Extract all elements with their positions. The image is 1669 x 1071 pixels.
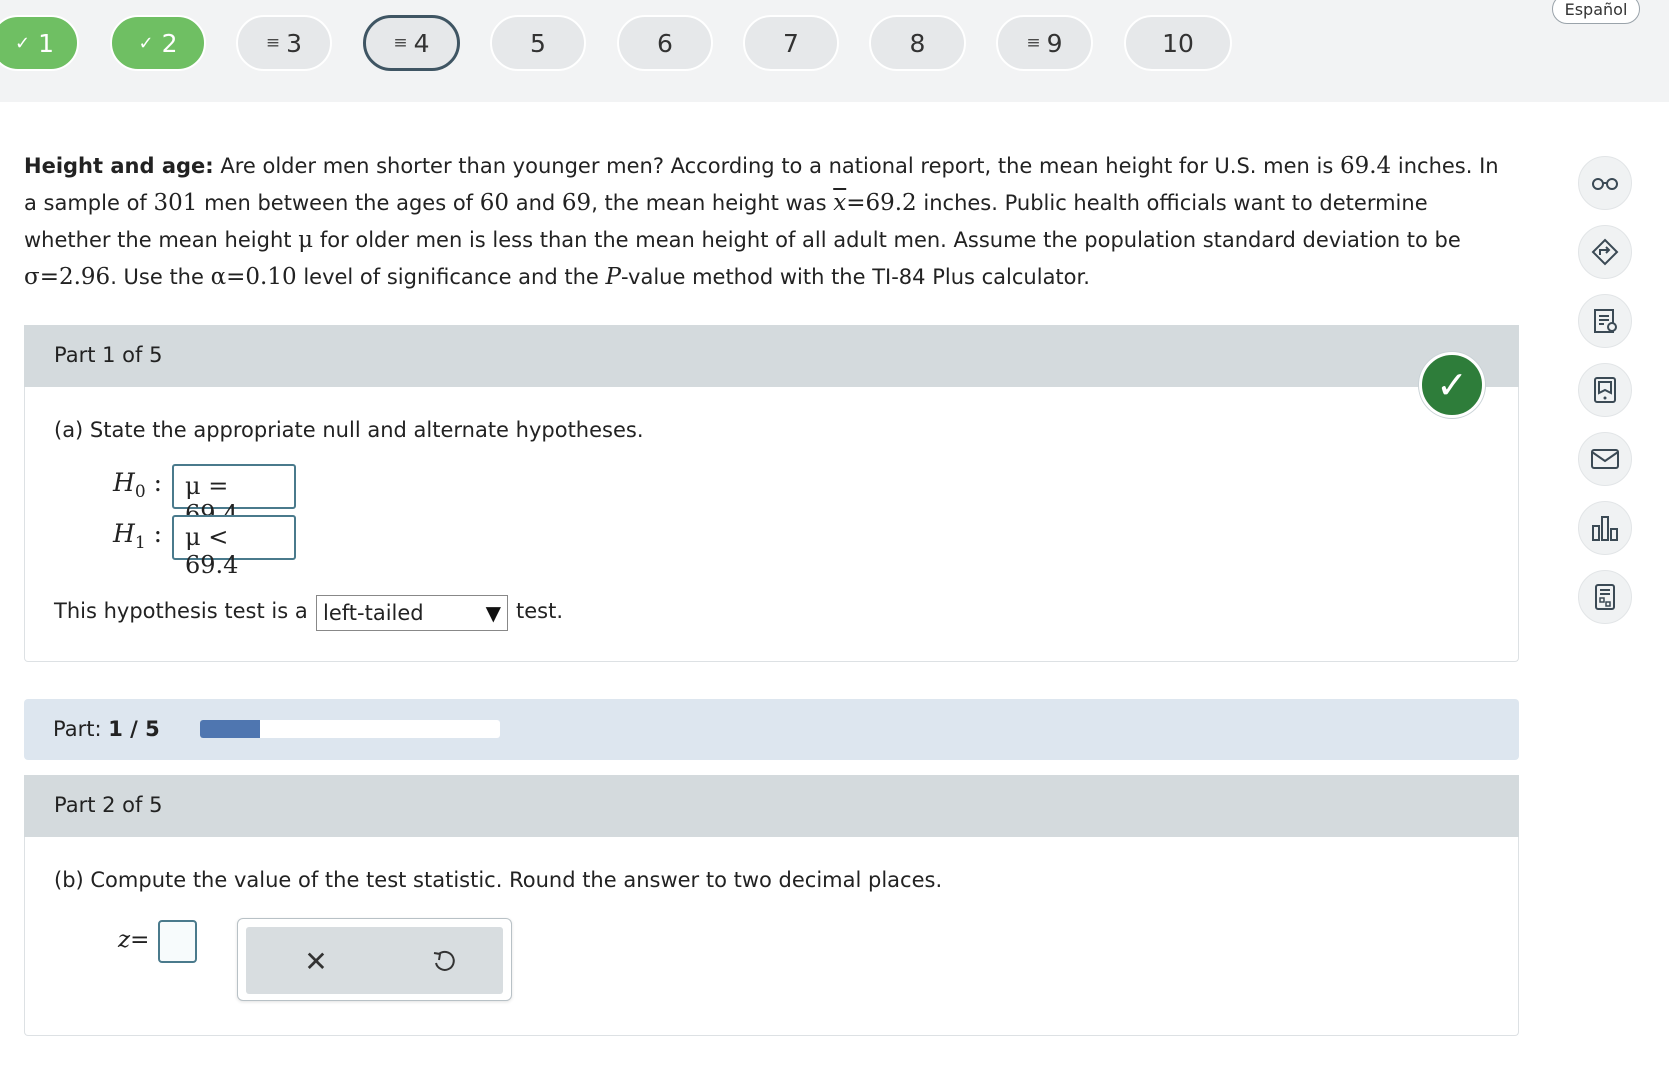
sample-mean-symbol: x <box>833 190 847 216</box>
data-button[interactable] <box>1578 501 1632 555</box>
directions-button[interactable] <box>1578 225 1632 279</box>
bar-chart-icon <box>1592 516 1618 541</box>
worksheet-icon <box>1594 309 1617 333</box>
problem-statement: Height and age: Are older men shorter th… <box>24 153 1499 290</box>
directions-icon <box>1591 238 1619 266</box>
partial-lines-icon: ≡ <box>265 33 280 53</box>
undo-button[interactable] <box>424 941 464 981</box>
tail-prefix-text: This hypothesis test is a <box>54 599 308 623</box>
tail-type-dropdown[interactable]: left-tailed ▼ <box>316 595 508 631</box>
question-4-button[interactable]: ≡ 4 <box>363 15 460 71</box>
message-button[interactable] <box>1578 432 1632 486</box>
question-3-button[interactable]: ≡ 3 <box>236 15 332 71</box>
undo-icon <box>433 950 455 971</box>
part-1-header: Part 1 of 5 <box>24 325 1519 387</box>
close-icon: ✕ <box>304 944 328 978</box>
part-2-header: Part 2 of 5 <box>24 775 1519 837</box>
worksheet-button[interactable] <box>1578 294 1632 348</box>
clear-button[interactable]: ✕ <box>296 941 336 981</box>
question-7-button[interactable]: 7 <box>743 15 839 71</box>
alternate-hypothesis-label: H1: <box>113 519 163 553</box>
partial-lines-icon: ≡ <box>1026 33 1040 53</box>
progress-bar-fill <box>200 720 260 738</box>
dropdown-arrow-icon: ▼ <box>485 601 501 625</box>
checkmark-icon: ✓ <box>15 32 31 54</box>
language-toggle-button[interactable]: Español <box>1552 0 1640 24</box>
question-5-button[interactable]: 5 <box>490 15 586 71</box>
ebook-button[interactable] <box>1578 363 1632 417</box>
answer-tools-bar: ✕ <box>246 927 503 994</box>
z-answer-input[interactable] <box>158 920 197 963</box>
question-10-button[interactable]: 10 <box>1124 15 1232 71</box>
reading-glasses-button[interactable] <box>1578 156 1632 210</box>
calculator-icon <box>1595 584 1615 610</box>
ebook-icon <box>1594 377 1616 403</box>
progress-bar <box>200 720 500 738</box>
glasses-icon <box>1592 178 1618 190</box>
part-progress: Part: 1 / 5 <box>24 699 1519 760</box>
progress-value: 1 / 5 <box>108 717 160 741</box>
checkmark-icon: ✓ <box>138 32 154 54</box>
problem-title: Height and age: <box>24 154 214 178</box>
question-nav-bar: ✓ 1 ✓ 2 ≡ 3 ≡ 4 5 6 7 8 ≡ 9 10 Español <box>0 0 1669 102</box>
null-hypothesis-input[interactable]: μ = 69.4 <box>172 464 296 528</box>
partial-lines-icon: ≡ <box>393 33 407 53</box>
question-6-button[interactable]: 6 <box>617 15 713 71</box>
part-2-question: (b) Compute the value of the test statis… <box>54 868 943 892</box>
part-1-question: (a) State the appropriate null and alter… <box>54 418 644 442</box>
message-icon <box>1591 449 1619 469</box>
correct-check-icon: ✓ <box>1419 352 1485 418</box>
z-label: z= <box>118 927 150 953</box>
alternate-hypothesis-input[interactable]: μ < 69.4 <box>172 515 296 579</box>
question-1-button[interactable]: ✓ 1 <box>0 15 79 71</box>
question-2-button[interactable]: ✓ 2 <box>110 15 206 71</box>
calculator-button[interactable] <box>1578 570 1632 624</box>
answer-tools-panel: ✕ <box>237 918 512 1001</box>
question-8-button[interactable]: 8 <box>869 15 966 71</box>
question-9-button[interactable]: ≡ 9 <box>996 15 1093 71</box>
null-hypothesis-label: H0: <box>113 468 163 502</box>
tail-suffix-text: test. <box>516 599 564 623</box>
